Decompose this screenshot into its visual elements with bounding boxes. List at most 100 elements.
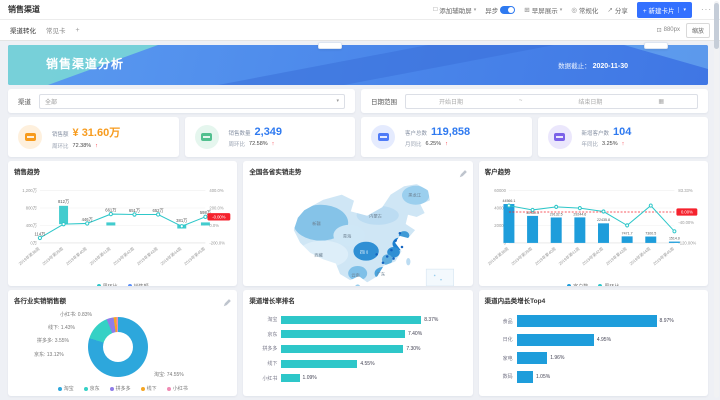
svg-text:2019年第42周: 2019年第42周 <box>112 245 135 266</box>
scrollbar-thumb[interactable] <box>714 3 719 49</box>
chevron-down-icon: ▾ <box>336 98 339 104</box>
hbar-value-label: 8.37% <box>424 317 438 323</box>
svg-text:812万: 812万 <box>58 199 70 205</box>
share-icon: ↗ <box>607 6 612 14</box>
floating-pill[interactable] <box>318 42 342 49</box>
legend-item[interactable]: 拼多多 <box>110 385 131 392</box>
svg-text:内蒙古: 内蒙古 <box>370 212 383 219</box>
svg-text:7471.7: 7471.7 <box>621 231 632 235</box>
kpi-card-sales-amount[interactable]: 销售额¥ 31.60万 周环比72.38%↑ <box>8 117 179 157</box>
chart-title: 各行业实销销售额 <box>14 295 231 305</box>
vertical-scrollbar[interactable] <box>714 1 719 398</box>
svg-text:黑龙江: 黑龙江 <box>409 191 422 198</box>
more-button[interactable]: ··· <box>701 5 712 14</box>
data-deadline: 数据截止：2020-11-30 <box>558 60 628 70</box>
new-card-button[interactable]: + 新建卡片 ▾ <box>637 2 692 18</box>
legend-item[interactable]: 周环比 <box>598 283 619 286</box>
hbar-value-label: 4.55% <box>360 361 374 367</box>
hbar-category-label: 小红书 <box>251 375 277 382</box>
hbar[interactable] <box>517 315 657 327</box>
svg-text:381万: 381万 <box>176 218 188 224</box>
hbar-row[interactable]: 线下 4.55% <box>251 360 460 368</box>
growth-rank-chart[interactable]: 淘宝8.37% 京东7.40% 拼多多7.30% 线下 4.55% 小红书1.09% <box>249 307 466 393</box>
chart-title: 销售趋势 <box>14 166 231 176</box>
hbar-row[interactable]: 食品8.97% <box>487 315 696 327</box>
svg-text:22435.8: 22435.8 <box>597 218 610 222</box>
tab-common-cards[interactable]: 常见卡 <box>46 25 66 35</box>
screen-add-icon: □ <box>433 6 437 13</box>
hbar-row[interactable]: 日化4.95% <box>487 334 696 346</box>
legend-item[interactable]: 京东 <box>84 385 100 392</box>
banner: 销售渠道分析 数据截止：2020-11-30 <box>8 45 708 85</box>
add-aux-screen-button[interactable]: □ 添加辅助屏 ▾ <box>433 5 476 15</box>
hbar-row[interactable]: 家电1.96% <box>487 352 696 364</box>
legend-item[interactable]: 周环比 <box>97 283 118 286</box>
hbar[interactable] <box>517 371 533 383</box>
dashboard-title: 销售渠道分析 <box>46 55 124 72</box>
start-date-placeholder: 开始日期 <box>439 97 463 106</box>
filter-row: 渠道 全部 ▾ 日期范围 开始日期 ~ 结束日期 ▦ <box>8 89 708 113</box>
hbar[interactable] <box>281 330 405 338</box>
hbar-row[interactable]: 京东7.40% <box>251 330 460 338</box>
share-button[interactable]: ↗ 分享 <box>607 5 627 15</box>
donut-label: 拼多多: 3.55% <box>37 337 69 344</box>
async-toggle[interactable] <box>500 6 515 14</box>
chevron-down-icon: ▾ <box>678 7 686 13</box>
hbar[interactable] <box>281 345 403 353</box>
chart-title: 全国各省实销走势 <box>249 166 466 176</box>
add-tab-button[interactable]: + <box>76 27 80 34</box>
legend-item[interactable]: 淘宝 <box>58 385 74 392</box>
kpi-card-new-customers[interactable]: 新增客户数104 年同比3.25%↑ <box>538 117 709 157</box>
sales-trend-chart[interactable]: 1,200万800万400万0万400.0%200.0%0.0%-200.0%1… <box>14 178 231 283</box>
legend-item[interactable]: 线下 <box>141 385 157 392</box>
hbar-category-label: 家电 <box>487 355 513 362</box>
svg-text:29132.5: 29132.5 <box>549 212 562 216</box>
svg-text:2019年第41周: 2019年第41周 <box>557 245 580 266</box>
hbar[interactable] <box>281 374 299 382</box>
floating-pill[interactable] <box>644 42 668 49</box>
svg-text:-40.00%: -40.00% <box>678 220 694 225</box>
hbar[interactable] <box>517 352 548 364</box>
chart-card-customer-trend: 客户趋势 600004000020000083.33%-40.00%-120.0… <box>479 161 708 286</box>
category-growth-chart[interactable]: 食品8.97% 日化4.95% 家电1.96% 数码1.05% <box>485 307 702 393</box>
svg-text:2019年第42周: 2019年第42周 <box>580 245 603 266</box>
hbar-row[interactable]: 小红书1.09% <box>251 374 460 382</box>
customer-trend-chart[interactable]: 600004000020000083.33%-40.00%-120.00%445… <box>485 178 702 283</box>
tabbar-actions: ⊡ 880px 缩放 <box>657 23 710 38</box>
hbar-category-label: 线下 <box>251 360 277 367</box>
grid-screen-icon: ⊞ <box>524 6 529 14</box>
hbar[interactable] <box>517 334 594 346</box>
donut-label: 线下: 1.43% <box>48 324 75 331</box>
hbar-row[interactable]: 淘宝8.37% <box>251 316 460 324</box>
channel-select[interactable]: 全部 ▾ <box>39 94 345 109</box>
china-map-chart[interactable]: 新疆西藏青海四川内蒙古黑龙江云南广东 <box>249 178 466 286</box>
legend-item[interactable]: 小红书 <box>167 385 188 392</box>
svg-text:7300.5: 7300.5 <box>645 231 656 235</box>
hbar[interactable] <box>281 316 421 324</box>
zoom-button[interactable]: 缩放 <box>686 23 710 38</box>
channel-filter-card: 渠道 全部 ▾ <box>8 89 355 113</box>
svg-text:2019年第44周: 2019年第44周 <box>628 245 651 266</box>
hbar-row[interactable]: 拼多多7.30% <box>251 345 460 353</box>
tab-channel-conversion[interactable]: 渠道转化 <box>10 25 36 35</box>
svg-text:2019年第40周: 2019年第40周 <box>533 245 556 266</box>
hbar[interactable] <box>281 360 357 368</box>
svg-text:60000: 60000 <box>494 188 506 193</box>
screen-display-button[interactable]: ⊞ 早屏展示 ▾ <box>524 5 562 15</box>
tabs: 渠道转化 常见卡 + <box>10 25 80 35</box>
kpi-card-sales-count[interactable]: 销售数量2,349 周环比72.58%↑ <box>185 117 356 157</box>
canvas-width-label: ⊡ 880px <box>657 27 680 34</box>
kpi-card-customer-total[interactable]: 客户总数119,858 月同比6.25%↑ <box>361 117 532 157</box>
hbar-row[interactable]: 数码1.05% <box>487 371 696 383</box>
date-range-picker[interactable]: 开始日期 ~ 结束日期 ▦ <box>405 94 698 109</box>
legend-item[interactable]: 销售额 <box>128 283 149 286</box>
chart-legend: 客户数 周环比 <box>485 283 702 286</box>
channel-share-donut-chart[interactable]: 淘宝: 74.55%京东: 13.12%拼多多: 3.55%线下: 1.43%小… <box>14 307 231 384</box>
wallet-icon <box>18 125 42 149</box>
legend-item[interactable]: 客户数 <box>567 283 588 286</box>
date-filter-card: 日期范围 开始日期 ~ 结束日期 ▦ <box>361 89 708 113</box>
normalize-button[interactable]: ◎ 常规化 <box>571 5 598 15</box>
svg-text:四川: 四川 <box>360 249 368 254</box>
svg-text:800万: 800万 <box>26 205 38 211</box>
svg-text:2019年第43周: 2019年第43周 <box>135 245 158 266</box>
